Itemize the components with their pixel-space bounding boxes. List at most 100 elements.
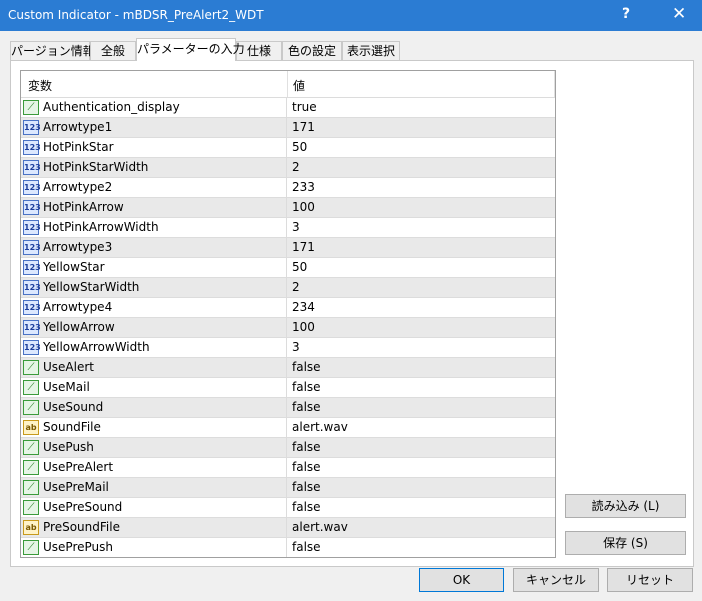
- column-header-variable[interactable]: 変数: [28, 77, 52, 94]
- variable-cell: ⟋ UsePreAlert: [21, 458, 287, 477]
- int-icon: 123: [23, 320, 41, 335]
- table-row[interactable]: 123 Arrowtype3 171: [21, 237, 555, 257]
- table-row[interactable]: 123 Arrowtype2 233: [21, 177, 555, 197]
- variable-name: Arrowtype2: [43, 180, 113, 194]
- close-button[interactable]: ✕: [672, 4, 686, 24]
- variable-cell: ab PreSoundFile: [21, 518, 287, 537]
- int-icon: 123: [23, 300, 41, 315]
- tab-parameters[interactable]: パラメーターの入力: [136, 38, 245, 61]
- variable-cell: 123 YellowStarWidth: [21, 278, 287, 297]
- variable-value[interactable]: true: [292, 100, 317, 114]
- table-row[interactable]: ⟋ UseSound false: [21, 397, 555, 417]
- bool-icon: ⟋: [23, 100, 39, 115]
- grid-header: 変数 値: [21, 71, 555, 97]
- ok-button[interactable]: OK: [419, 568, 504, 592]
- variable-cell: 123 YellowArrow: [21, 318, 287, 337]
- variable-value[interactable]: false: [292, 540, 321, 554]
- table-row[interactable]: 123 HotPinkStar 50: [21, 137, 555, 157]
- table-row[interactable]: 123 HotPinkStarWidth 2: [21, 157, 555, 177]
- variable-value[interactable]: 50: [292, 140, 307, 154]
- table-row[interactable]: ⟋ UsePrePush false: [21, 537, 555, 557]
- variable-cell: 123 HotPinkStar: [21, 138, 287, 157]
- variable-value[interactable]: false: [292, 400, 321, 414]
- string-icon: ab: [23, 520, 39, 535]
- variable-value[interactable]: 234: [292, 300, 315, 314]
- load-button[interactable]: 読み込み (L): [565, 494, 686, 518]
- variable-value[interactable]: alert.wav: [292, 420, 348, 434]
- column-header-value[interactable]: 値: [293, 77, 305, 94]
- tab-general[interactable]: 全般: [90, 41, 136, 60]
- variable-value[interactable]: 100: [292, 320, 315, 334]
- tab-version-info[interactable]: パージョン情報: [10, 41, 95, 60]
- table-row[interactable]: 123 Arrowtype4 234: [21, 297, 555, 317]
- variable-cell: ab SoundFile: [21, 418, 287, 437]
- title-bar: Custom Indicator - mBDSR_PreAlert2_WDT ?…: [0, 0, 702, 31]
- variable-name: Arrowtype1: [43, 120, 113, 134]
- variable-value[interactable]: 171: [292, 120, 315, 134]
- header-divider-right: [554, 71, 555, 97]
- table-row[interactable]: 123 YellowArrow 100: [21, 317, 555, 337]
- table-row[interactable]: 123 YellowStar 50: [21, 257, 555, 277]
- variable-value[interactable]: 100: [292, 200, 315, 214]
- variable-cell: 123 Arrowtype3: [21, 238, 287, 257]
- int-icon: 123: [23, 160, 41, 175]
- table-row[interactable]: ⟋ UseMail false: [21, 377, 555, 397]
- variable-name: PreSoundFile: [43, 520, 120, 534]
- variable-name: UseMail: [43, 380, 90, 394]
- table-row[interactable]: ab PreSoundFile alert.wav: [21, 517, 555, 537]
- table-row[interactable]: 123 YellowArrowWidth 3: [21, 337, 555, 357]
- variable-name: HotPinkArrowWidth: [43, 220, 159, 234]
- variable-name: UsePrePush: [43, 540, 113, 554]
- table-row[interactable]: ⟋ Authentication_display true: [21, 97, 555, 117]
- cancel-button[interactable]: キャンセル: [513, 568, 599, 592]
- table-row[interactable]: ⟋ UseAlert false: [21, 357, 555, 377]
- variable-name: Arrowtype3: [43, 240, 113, 254]
- variable-value[interactable]: false: [292, 500, 321, 514]
- variable-value[interactable]: 2: [292, 160, 300, 174]
- variable-cell: 123 Arrowtype4: [21, 298, 287, 317]
- variable-cell: 123 Arrowtype1: [21, 118, 287, 137]
- variable-cell: ⟋ UseMail: [21, 378, 287, 397]
- variable-value[interactable]: false: [292, 460, 321, 474]
- table-row[interactable]: 123 Arrowtype1 171: [21, 117, 555, 137]
- save-button[interactable]: 保存 (S): [565, 531, 686, 555]
- table-row[interactable]: ⟋ UsePreSound false: [21, 497, 555, 517]
- table-row[interactable]: ⟋ UsePush false: [21, 437, 555, 457]
- variable-value[interactable]: false: [292, 360, 321, 374]
- variable-name: Arrowtype4: [43, 300, 113, 314]
- table-row[interactable]: 123 HotPinkArrowWidth 3: [21, 217, 555, 237]
- bool-icon: ⟋: [23, 440, 39, 455]
- variable-cell: 123 YellowArrowWidth: [21, 338, 287, 357]
- table-row[interactable]: ab SoundFile alert.wav: [21, 417, 555, 437]
- variable-value[interactable]: 3: [292, 340, 300, 354]
- int-icon: 123: [23, 280, 41, 295]
- tab-display[interactable]: 表示選択: [342, 41, 400, 60]
- table-row[interactable]: 123 HotPinkArrow 100: [21, 197, 555, 217]
- variable-cell: ⟋ UsePush: [21, 438, 287, 457]
- variable-value[interactable]: 233: [292, 180, 315, 194]
- grid-rows: ⟋ Authentication_display true 123 Arrowtype1…: [21, 97, 555, 557]
- parameter-grid: 変数 値 ⟋ Authentication_display true 123 Arrow…: [20, 70, 556, 558]
- variable-name: YellowArrowWidth: [43, 340, 150, 354]
- variable-value[interactable]: 2: [292, 280, 300, 294]
- variable-value[interactable]: 171: [292, 240, 315, 254]
- variable-name: YellowStar: [43, 260, 105, 274]
- variable-name: YellowArrow: [43, 320, 115, 334]
- table-row[interactable]: ⟋ UsePreAlert false: [21, 457, 555, 477]
- tab-colors[interactable]: 色の設定: [282, 41, 342, 60]
- bool-icon: ⟋: [23, 540, 39, 555]
- variable-value[interactable]: alert.wav: [292, 520, 348, 534]
- reset-button[interactable]: リセット: [607, 568, 693, 592]
- table-row[interactable]: 123 YellowStarWidth 2: [21, 277, 555, 297]
- string-icon: ab: [23, 420, 39, 435]
- variable-value[interactable]: false: [292, 440, 321, 454]
- variable-value[interactable]: 3: [292, 220, 300, 234]
- variable-value[interactable]: false: [292, 380, 321, 394]
- variable-value[interactable]: 50: [292, 260, 307, 274]
- variable-value[interactable]: false: [292, 480, 321, 494]
- variable-name: HotPinkArrow: [43, 200, 124, 214]
- help-button[interactable]: ?: [622, 6, 630, 22]
- int-icon: 123: [23, 120, 41, 135]
- table-row[interactable]: ⟋ UsePreMail false: [21, 477, 555, 497]
- int-icon: 123: [23, 340, 41, 355]
